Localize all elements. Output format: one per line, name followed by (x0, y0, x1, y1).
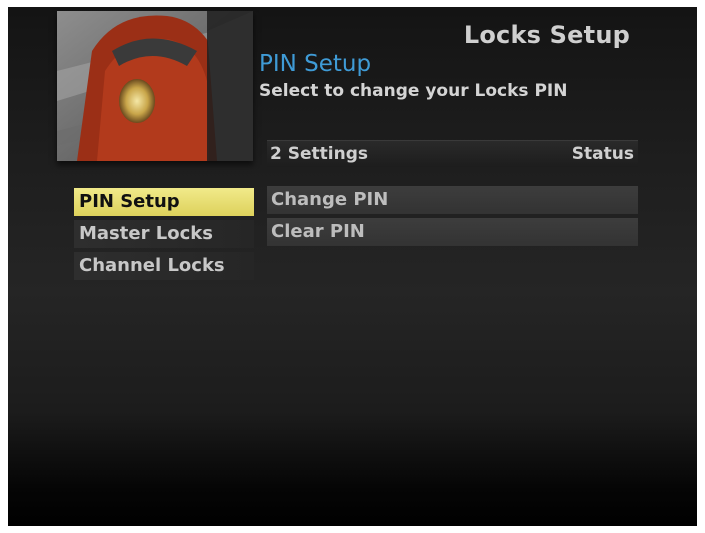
page-title: Locks Setup (463, 21, 630, 49)
clear-pin-option[interactable]: Clear PIN (267, 218, 638, 246)
locks-menu: PIN Setup Master Locks Channel Locks (74, 188, 254, 284)
menu-item-master-locks[interactable]: Master Locks (74, 220, 254, 248)
section-title: PIN Setup (259, 51, 372, 77)
menu-item-pin-setup[interactable]: PIN Setup (74, 188, 254, 216)
change-pin-option[interactable]: Change PIN (267, 186, 638, 214)
status-column-header: Status (571, 144, 634, 164)
settings-list-header: 2 Settings Status (267, 140, 638, 167)
motorcycle-image (57, 11, 253, 161)
live-tv-preview (57, 11, 253, 161)
section-description: Select to change your Locks PIN (259, 81, 568, 101)
settings-count: 2 Settings (270, 144, 368, 164)
settings-list: Change PIN Clear PIN (267, 186, 638, 250)
menu-item-channel-locks[interactable]: Channel Locks (74, 252, 254, 280)
tv-screen: Locks Setup PIN Setup Select to change y… (8, 7, 697, 526)
